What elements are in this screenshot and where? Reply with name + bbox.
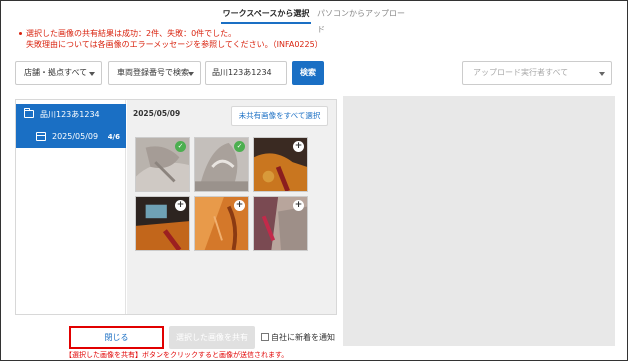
add-icon: + [293,141,304,152]
thumbnail[interactable]: + [253,137,308,192]
preview-panel [343,96,615,346]
image-browser: 品川123あ1234 2025/05/09 4/6 2025/05/09 未共有… [15,99,337,315]
plate-number-input[interactable]: 品川123あ1234 [205,61,287,85]
search-button[interactable]: 検索 [292,61,324,85]
close-button[interactable]: 閉じる [69,326,164,349]
selected-check-icon: ✓ [175,141,186,152]
dialog-frame: ワークスペースから選択 パソコンからアップロード 選択した画像の共有結果は成功：… [0,0,628,361]
tree-item-vehicle[interactable]: 品川123あ1234 [16,104,126,126]
tab-pc-upload[interactable]: パソコンからアップロード [317,6,407,34]
thumbnail[interactable]: + [253,196,308,251]
gallery-date: 2025/05/09 [133,109,181,118]
error-line-1: 選択した画像の共有結果は成功：2件、失敗：0件でした。 [26,29,237,38]
thumbnail[interactable]: + [135,196,190,251]
search-type-label: 車両登録番号で検索 [117,68,189,77]
chevron-down-icon [89,72,95,76]
thumbnail[interactable]: ✓ [135,137,190,192]
folder-tree: 品川123あ1234 2025/05/09 4/6 [16,100,126,314]
notify-checkbox[interactable]: 自社に新着を通知 [261,332,335,343]
search-type-select[interactable]: 車両登録番号で検索 [108,61,201,85]
add-icon: + [175,200,186,211]
error-line-2: 失敗理由については各画像のエラーメッセージを参照してください。（INFA0225… [26,40,323,49]
share-selected-button[interactable]: 選択した画像を共有 [169,326,255,349]
thumbnail-gallery: 2025/05/09 未共有画像をすべて選択 ✓ ✓ + + + + [127,100,336,314]
tree-item-date[interactable]: 2025/05/09 4/6 [16,126,126,148]
bullet-icon [19,32,22,35]
folder-icon [24,108,34,118]
tree-item-vehicle-label: 品川123あ1234 [40,110,100,119]
tree-item-date-label: 2025/05/09 [52,132,99,141]
calendar-icon [36,132,46,141]
uploader-select[interactable]: アップロード実行者すべて [462,61,612,85]
tab-bar: ワークスペースから選択 パソコンからアップロード [1,6,628,34]
image-count: 4/6 [107,133,120,141]
uploader-select-placeholder: アップロード実行者すべて [473,68,569,77]
add-icon: + [234,200,245,211]
tab-workspace[interactable]: ワークスペースから選択 [221,6,311,24]
notify-label: 自社に新着を通知 [271,333,335,342]
thumbnail[interactable]: + [194,196,249,251]
chevron-down-icon [599,72,605,76]
add-icon: + [293,200,304,211]
chevron-down-icon [188,72,194,76]
store-select-label: 店舗・拠点すべて [24,68,88,77]
selected-check-icon: ✓ [234,141,245,152]
select-unshared-button[interactable]: 未共有画像をすべて選択 [231,106,328,126]
checkbox-icon [261,333,269,341]
store-select[interactable]: 店舗・拠点すべて [15,61,102,85]
error-message: 選択した画像の共有結果は成功：2件、失敗：0件でした。 失敗理由については各画像… [19,28,323,50]
thumbnail[interactable]: ✓ [194,137,249,192]
share-hint: 【選択した画像を共有】ボタンをクリックすると画像が送信されます。 [65,351,289,359]
